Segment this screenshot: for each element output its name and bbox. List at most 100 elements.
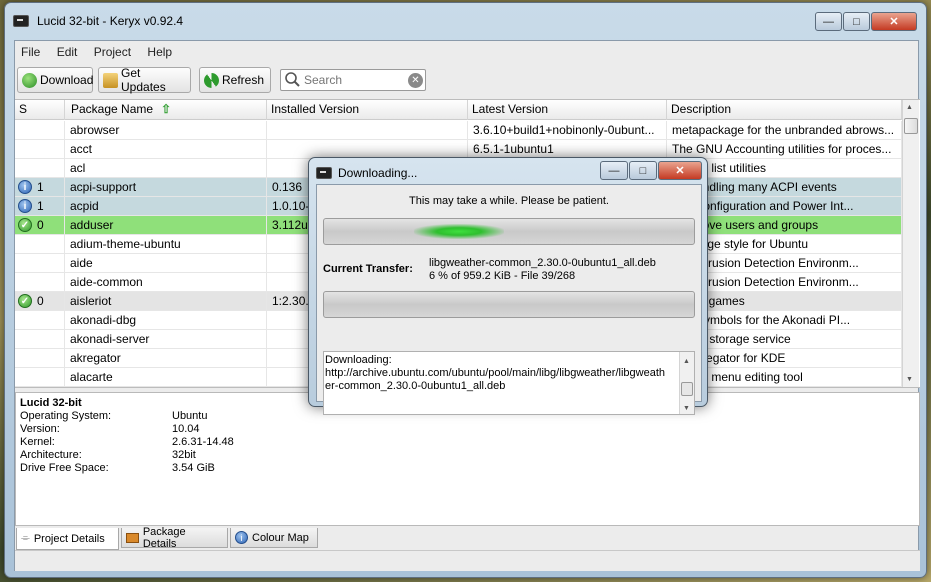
status-cell xyxy=(15,121,65,140)
log-text: Downloading: http://archive.ubuntu.com/ub… xyxy=(324,352,694,393)
package-name-cell: akregator xyxy=(65,349,267,368)
col-status[interactable]: S xyxy=(15,100,65,120)
dialog-title: Downloading... xyxy=(338,166,418,180)
package-name-cell: acct xyxy=(65,140,267,159)
details-title: Lucid 32-bit xyxy=(20,397,82,409)
maximize-button[interactable]: □ xyxy=(843,12,870,31)
detail-label: Version: xyxy=(20,423,60,435)
col-package-name[interactable]: Package Name ⇧ xyxy=(65,100,267,120)
menu-file[interactable]: File xyxy=(21,45,40,59)
minimize-icon: — xyxy=(608,164,620,177)
package-name-cell: acl xyxy=(65,159,267,178)
search-icon xyxy=(285,72,300,87)
detail-value: 10.04 xyxy=(172,423,200,435)
get-updates-button[interactable]: Get Updates xyxy=(98,66,191,94)
check-icon: ✓ xyxy=(18,218,32,232)
package-name-cell: adduser xyxy=(65,216,267,235)
package-name-cell: aisleriot xyxy=(65,292,267,311)
col-latest[interactable]: Latest Version xyxy=(468,100,667,120)
maximize-icon: □ xyxy=(853,15,860,28)
tab-project-details-label: Project Details xyxy=(33,532,105,545)
tab-package-details[interactable]: Package Details xyxy=(121,525,228,550)
status-cell xyxy=(15,235,65,254)
table-scrollbar[interactable]: ▲ ▼ xyxy=(902,100,919,387)
package-name-cell: acpid xyxy=(65,197,267,216)
file-progress-bar xyxy=(323,291,695,318)
info-icon: i xyxy=(18,180,32,194)
overall-progress-bar xyxy=(323,218,695,245)
check-icon: ✓ xyxy=(18,294,32,308)
status-cell xyxy=(15,159,65,178)
title-bar[interactable]: Lucid 32-bit - Keryx v0.92.4 — □ ✕ xyxy=(5,3,926,41)
patience-message: This may take a while. Please be patient… xyxy=(409,195,609,207)
detail-label: Kernel: xyxy=(20,436,55,448)
package-name-cell: akonadi-dbg xyxy=(65,311,267,330)
dialog-minimize-button[interactable]: — xyxy=(600,161,628,180)
status-cell: ✓ 0 xyxy=(15,216,65,235)
download-button[interactable]: Download xyxy=(17,67,93,93)
transfer-file: libgweather-common_2.30.0-0ubuntu1_all.d… xyxy=(429,257,656,269)
menu-help[interactable]: Help xyxy=(147,45,172,59)
status-cell: i1 xyxy=(15,178,65,197)
status-cell: ✓ 0 xyxy=(15,292,65,311)
tab-colour-map-label: Colour Map xyxy=(252,531,309,544)
package-name-cell: aide-common xyxy=(65,273,267,292)
log-scroll-thumb[interactable] xyxy=(681,382,693,396)
info-icon: i xyxy=(235,531,248,544)
menu-edit[interactable]: Edit xyxy=(57,45,78,59)
close-icon: ✕ xyxy=(675,165,685,177)
tab-project-details[interactable]: ⌯ Project Details xyxy=(16,528,119,550)
sort-ascending-icon: ⇧ xyxy=(161,102,172,116)
status-count: 1 xyxy=(37,199,44,213)
close-button[interactable]: ✕ xyxy=(871,12,917,31)
current-transfer-label: Current Transfer: xyxy=(323,263,413,275)
dialog-close-button[interactable]: ✕ xyxy=(658,161,702,180)
scroll-up-icon[interactable]: ▲ xyxy=(683,355,690,368)
status-cell xyxy=(15,254,65,273)
package-name-cell: adium-theme-ubuntu xyxy=(65,235,267,254)
detail-label: Architecture: xyxy=(20,449,82,461)
detail-value: 3.54 GiB xyxy=(172,462,215,474)
close-icon: ✕ xyxy=(889,16,899,28)
tab-package-details-label: Package Details xyxy=(142,525,186,550)
dialog-app-icon xyxy=(316,167,332,179)
package-name-cell: abrowser xyxy=(65,121,267,140)
menu-project[interactable]: Project xyxy=(94,45,131,59)
menu-bar: File Edit Project Help xyxy=(21,45,185,59)
search-box[interactable]: ✕ xyxy=(280,69,426,91)
download-log[interactable]: Downloading: http://archive.ubuntu.com/ub… xyxy=(323,351,695,415)
clear-search-icon[interactable]: ✕ xyxy=(408,72,423,88)
detail-value: 2.6.31-14.48 xyxy=(172,436,234,448)
col-package-name-label: Package Name xyxy=(71,102,154,116)
minimize-icon: — xyxy=(823,15,834,28)
status-count: 0 xyxy=(37,294,44,308)
scroll-down-icon[interactable]: ▼ xyxy=(683,402,690,415)
get-updates-label: Get Updates xyxy=(121,66,166,94)
scroll-thumb[interactable] xyxy=(904,118,918,134)
dialog-client: This may take a while. Please be patient… xyxy=(316,184,702,415)
dialog-maximize-button[interactable]: □ xyxy=(629,161,657,180)
transfer-progress-text: 6 % of 959.2 KiB - File 39/268 xyxy=(429,270,576,282)
maximize-icon: □ xyxy=(639,164,647,177)
detail-label: Operating System: xyxy=(20,410,112,422)
progress-glow xyxy=(414,224,504,239)
search-input[interactable] xyxy=(304,73,404,87)
updates-icon xyxy=(103,72,118,88)
table-header: S Package Name ⇧ Installed Version Latest… xyxy=(15,100,902,120)
scroll-down-icon[interactable]: ▼ xyxy=(906,376,913,383)
table-row[interactable]: abrowser 3.6.10+build1+nobinonly-0ubunt..… xyxy=(15,121,902,140)
refresh-button[interactable]: Refresh xyxy=(199,67,271,93)
col-installed[interactable]: Installed Version xyxy=(267,100,468,120)
status-cell xyxy=(15,330,65,349)
scroll-up-icon[interactable]: ▲ xyxy=(906,104,913,111)
log-scrollbar[interactable]: ▲ ▼ xyxy=(679,352,694,414)
refresh-label: Refresh xyxy=(222,73,265,87)
installed-version-cell xyxy=(267,121,468,140)
info-icon: i xyxy=(18,199,32,213)
status-count: 1 xyxy=(37,180,44,194)
minimize-button[interactable]: — xyxy=(815,12,842,31)
status-cell: i1 xyxy=(15,197,65,216)
col-description[interactable]: Description xyxy=(667,100,902,120)
tab-colour-map[interactable]: i Colour Map xyxy=(230,528,318,548)
package-name-cell: alacarte xyxy=(65,368,267,387)
